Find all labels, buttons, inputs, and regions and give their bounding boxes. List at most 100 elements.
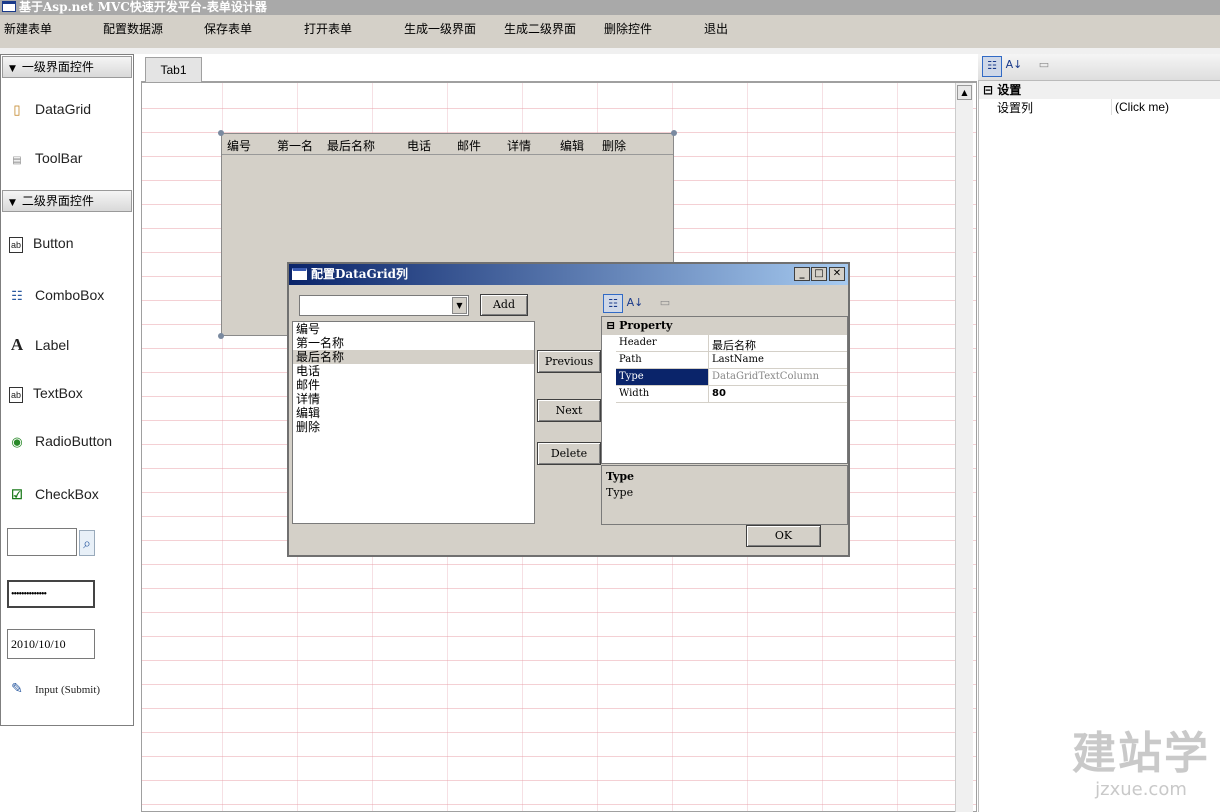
- collapse-arrow-icon: ▼: [9, 198, 16, 208]
- property-key: Type: [616, 369, 708, 385]
- column-type-combo[interactable]: ▼: [299, 295, 469, 316]
- list-item[interactable]: 编号: [293, 322, 534, 336]
- datagrid-column-header[interactable]: 详情: [507, 137, 531, 154]
- list-item[interactable]: 电话: [293, 364, 534, 378]
- right-property-grid: ⊟ 设置 设置列 (Click me): [978, 81, 1220, 812]
- property-value[interactable]: LastName: [712, 354, 764, 365]
- minimize-icon[interactable]: _: [794, 267, 810, 281]
- resize-handle[interactable]: [218, 130, 224, 136]
- toolbox-item-textbox[interactable]: ab TextBox: [9, 385, 83, 403]
- previous-button[interactable]: Previous: [537, 350, 601, 373]
- menu-open-form[interactable]: 打开表单: [304, 20, 352, 37]
- datagrid-column-header[interactable]: 编辑: [560, 137, 584, 154]
- toolbox-item-label: ComboBox: [35, 287, 105, 303]
- datagrid-column-header[interactable]: 电话: [407, 137, 431, 154]
- toolbox-item-label[interactable]: A Label: [9, 335, 69, 355]
- toolbox-item-label: Label: [35, 337, 70, 353]
- list-item[interactable]: 编辑: [293, 406, 534, 420]
- property-grid: ⊟ Property Header 最后名称 Path LastName Typ…: [601, 316, 848, 464]
- list-item-selected[interactable]: 最后名称: [293, 350, 534, 364]
- window-title: 基于Asp.net MVC快速开发平台-表单设计器: [19, 0, 267, 14]
- toolbox-item-label: CheckBox: [35, 486, 99, 502]
- button-control-icon: ab: [9, 237, 23, 253]
- menu-delete-control[interactable]: 删除控件: [604, 20, 652, 37]
- next-button[interactable]: Next: [537, 399, 601, 422]
- resize-handle[interactable]: [671, 130, 677, 136]
- toolbox-item-label: DataGrid: [35, 101, 92, 117]
- menu-generate-level1[interactable]: 生成一级界面: [404, 20, 476, 37]
- toolbox-date-sample[interactable]: 2010/10/10: [7, 629, 95, 659]
- list-item[interactable]: 第一名称: [293, 336, 534, 350]
- property-row-path[interactable]: Path LastName: [616, 352, 847, 369]
- property-row-width[interactable]: Width 80: [616, 386, 847, 403]
- datagrid-column-header[interactable]: 编号: [227, 137, 251, 154]
- menu-save-form[interactable]: 保存表单: [204, 20, 252, 37]
- toolbox-item-combobox[interactable]: ☷ ComboBox: [9, 287, 104, 304]
- delete-button[interactable]: Delete: [537, 442, 601, 465]
- datagrid-column-header[interactable]: 删除: [602, 137, 626, 154]
- property-value-button[interactable]: (Click me): [1111, 99, 1220, 115]
- toolbox-search-input-sample[interactable]: [7, 528, 77, 556]
- tab-tab1[interactable]: Tab1: [145, 57, 202, 83]
- datagrid-column-header[interactable]: 第一名: [277, 137, 313, 154]
- window-title-bar: 基于Asp.net MVC快速开发平台-表单设计器: [0, 0, 1220, 15]
- resize-handle[interactable]: [218, 333, 224, 339]
- canvas-vertical-scrollbar[interactable]: ▲: [955, 83, 973, 812]
- toolbox-group1-title: 一级界面控件: [21, 60, 94, 74]
- collapse-icon[interactable]: ⊟: [606, 319, 615, 332]
- toolbox-item-label: RadioButton: [35, 433, 113, 449]
- list-item[interactable]: 详情: [293, 392, 534, 406]
- list-item[interactable]: 邮件: [293, 378, 534, 392]
- property-pages-icon[interactable]: ▭: [1034, 56, 1054, 75]
- property-value[interactable]: 80: [712, 388, 726, 399]
- property-value[interactable]: 最后名称: [712, 337, 756, 353]
- property-row-header[interactable]: Header 最后名称: [616, 335, 847, 352]
- list-item[interactable]: 删除: [293, 420, 534, 434]
- dialog-title-bar[interactable]: 配置DataGrid列 _ □ ✕: [289, 264, 848, 285]
- sort-alphabetical-icon[interactable]: A↓: [625, 294, 645, 313]
- chevron-down-icon[interactable]: ▼: [452, 297, 467, 314]
- toolbox-item-radiobutton[interactable]: ◉ RadioButton: [9, 433, 112, 450]
- configure-columns-dialog: 配置DataGrid列 _ □ ✕ ▼ Add 编号 第一名称 最后名称 电话 …: [287, 262, 850, 557]
- sort-alphabetical-icon[interactable]: A↓: [1004, 56, 1024, 75]
- close-icon[interactable]: ✕: [829, 267, 845, 281]
- categorized-icon[interactable]: ☷: [982, 56, 1002, 77]
- toolbox-item-button[interactable]: ab Button: [9, 235, 73, 253]
- property-row-type[interactable]: Type DataGridTextColumn: [616, 369, 847, 386]
- property-row-settings-columns[interactable]: 设置列 (Click me): [979, 99, 1220, 115]
- property-value[interactable]: DataGridTextColumn: [712, 371, 819, 382]
- menu-new-form[interactable]: 新建表单: [4, 20, 52, 37]
- property-category[interactable]: ⊟ Property: [602, 317, 847, 335]
- property-pages-icon[interactable]: ▭: [655, 294, 675, 313]
- toolbox-item-datagrid[interactable]: ▯ DataGrid: [9, 101, 91, 118]
- toolbox-group2-header[interactable]: ▼ 二级界面控件: [2, 190, 132, 212]
- collapse-icon[interactable]: ⊟: [983, 83, 993, 97]
- property-category[interactable]: ⊟ 设置: [979, 81, 1220, 99]
- textbox-control-icon: ab: [9, 387, 23, 403]
- property-grid-toolbar: ☷ A↓ ▭: [603, 292, 849, 316]
- search-icon[interactable]: ⌕: [79, 530, 95, 556]
- tab-strip: Tab1: [141, 54, 977, 83]
- toolbox-item-submit[interactable]: ✎ Input (Submit): [9, 681, 100, 698]
- toolbox-item-label: Input (Submit): [35, 684, 101, 696]
- datagrid-column-header[interactable]: 邮件: [457, 137, 481, 154]
- toolbox-item-toolbar[interactable]: ▤ ToolBar: [9, 150, 82, 166]
- datagrid-column-header[interactable]: 最后名称: [327, 137, 375, 154]
- watermark-url: jzxue.com: [1095, 779, 1187, 800]
- description-title: Type: [606, 470, 635, 483]
- scroll-up-icon[interactable]: ▲: [957, 85, 972, 100]
- toolbox-item-checkbox[interactable]: ☑ CheckBox: [9, 486, 99, 503]
- categorized-icon[interactable]: ☷: [603, 294, 623, 313]
- maximize-icon[interactable]: □: [811, 267, 827, 281]
- menu-config-datasource[interactable]: 配置数据源: [103, 20, 163, 37]
- property-key: 设置列: [997, 101, 1034, 115]
- dialog-title: 配置DataGrid列: [311, 267, 409, 281]
- right-property-toolbar: ☷ A↓ ▭: [978, 54, 1220, 81]
- toolbox-password-sample[interactable]: ••••••••••••••: [7, 580, 95, 608]
- toolbox-group1-header[interactable]: ▼ 一级界面控件: [2, 56, 132, 78]
- menu-generate-level2[interactable]: 生成二级界面: [504, 20, 576, 37]
- columns-listbox[interactable]: 编号 第一名称 最后名称 电话 邮件 详情 编辑 删除: [292, 321, 535, 524]
- menu-exit[interactable]: 退出: [704, 20, 728, 37]
- add-button[interactable]: Add: [480, 294, 528, 316]
- ok-button[interactable]: OK: [746, 525, 821, 547]
